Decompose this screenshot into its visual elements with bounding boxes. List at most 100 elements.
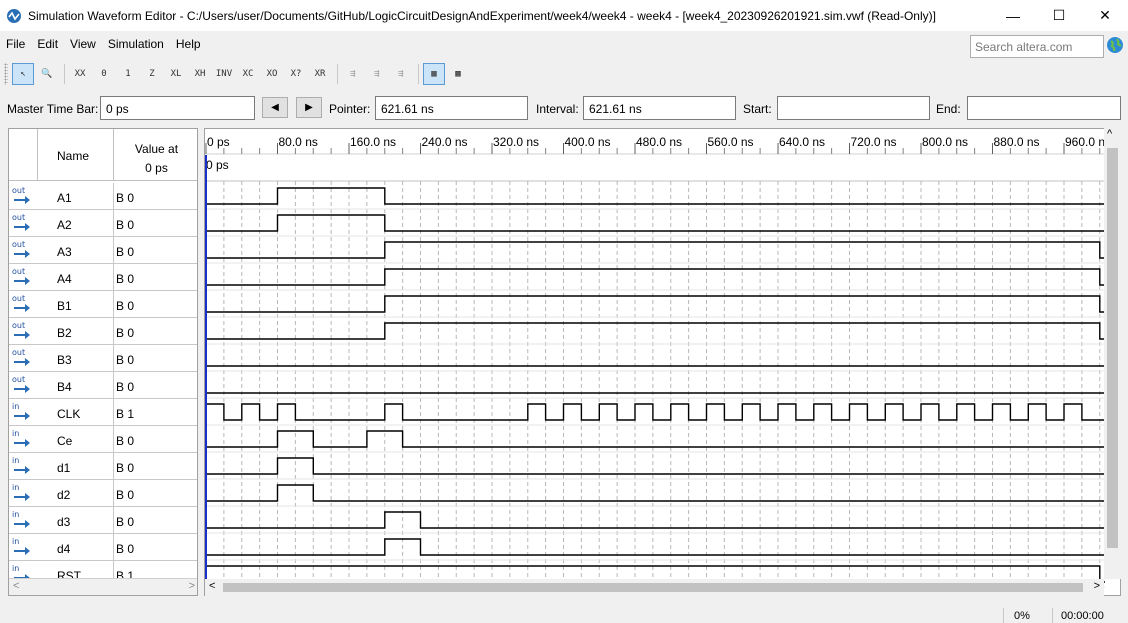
snap-to-grid-icon: ▦	[431, 69, 437, 79]
grid-settings-button[interactable]: ▩	[447, 63, 469, 85]
signal-list-panel: Name Value at 0 ps out A1 B 0 out A2 B 0 out A3…	[8, 128, 198, 596]
weak-high-button[interactable]: XH	[189, 63, 211, 85]
signal-name: B4	[57, 380, 72, 394]
zoom-tool-button[interactable]: 🔍	[36, 63, 58, 85]
invert-icon: INV	[215, 69, 233, 79]
netlist-generation-button[interactable]: ⇶	[390, 63, 412, 85]
end-label: End:	[936, 102, 961, 116]
signal-row[interactable]: out A3 B 0	[9, 237, 197, 264]
functional-simulation-button[interactable]: ⇶	[342, 63, 364, 85]
globe-icon[interactable]	[1106, 36, 1124, 54]
menu-file[interactable]: File	[0, 37, 31, 51]
weak-high-icon: XH	[194, 69, 206, 79]
waveform-trace	[206, 538, 1105, 556]
signal-row[interactable]: out A1 B 0	[9, 183, 197, 210]
minimize-button[interactable]: —	[990, 0, 1036, 31]
output-pin-icon: out	[12, 321, 30, 339]
signal-row[interactable]: in d3 B 0	[9, 507, 197, 534]
signal-list-hscrollbar[interactable]: < >	[9, 578, 197, 595]
count-value-icon: XC	[242, 69, 254, 79]
start-field[interactable]	[777, 96, 930, 120]
status-bar: 0% 00:00:00	[0, 604, 1128, 623]
arbitrary-value-icon: X?	[290, 69, 302, 79]
ruler-tick-label: 320.0 ns	[493, 135, 539, 149]
hscroll-thumb[interactable]	[223, 583, 1083, 592]
uninitialized-value-button[interactable]: XX	[69, 63, 91, 85]
signal-row[interactable]: out B3 B 0	[9, 345, 197, 372]
title-bar: Simulation Waveform Editor - C:/Users/us…	[0, 0, 1128, 31]
output-pin-icon: out	[12, 267, 30, 285]
close-button[interactable]: ✕	[1082, 0, 1128, 31]
menu-edit[interactable]: Edit	[31, 37, 64, 51]
ruler-tick-label: 880.0 ns	[994, 135, 1040, 149]
waveform-canvas[interactable]: 0 ps 80.0 ns 160.0 ns 240.0 ns 320.0 ns 400.0…	[205, 129, 1121, 596]
window-title: Simulation Waveform Editor - C:/Users/us…	[28, 8, 936, 23]
end-field[interactable]	[967, 96, 1121, 120]
scroll-left-icon[interactable]: <	[13, 580, 19, 592]
signal-row[interactable]: out B1 B 0	[9, 291, 197, 318]
high-impedance-button[interactable]: Z	[141, 63, 163, 85]
waveform-trace	[206, 430, 1105, 448]
selection-tool-button[interactable]: ↖	[12, 63, 34, 85]
prev-transition-button[interactable]: ◀	[262, 97, 288, 118]
toolbar-grip[interactable]	[4, 63, 8, 85]
signal-row[interactable]: out A4 B 0	[9, 264, 197, 291]
waveform-panel[interactable]: 0 ps 80.0 ns 160.0 ns 240.0 ns 320.0 ns 400.0…	[204, 128, 1121, 596]
toolbar: ↖ 🔍 XX 0 1 Z XL XH INV XC XO X? XR ⇶ ⇶ ⇶ ▦ ▩	[0, 61, 1128, 87]
netlist-generation-icon: ⇶	[398, 69, 404, 79]
clock-value-button[interactable]: XO	[261, 63, 283, 85]
ruler-tick-label: 80.0 ns	[279, 135, 318, 149]
timing-simulation-button[interactable]: ⇶	[366, 63, 388, 85]
scroll-left-icon[interactable]: <	[209, 580, 215, 592]
signal-row[interactable]: in d2 B 0	[9, 480, 197, 507]
maximize-button[interactable]: ☐	[1036, 0, 1082, 31]
signal-name: d4	[57, 542, 71, 556]
snap-to-grid-button[interactable]: ▦	[423, 63, 445, 85]
signal-row[interactable]: in Ce B 0	[9, 426, 197, 453]
menu-help[interactable]: Help	[170, 37, 207, 51]
signal-name: d3	[57, 515, 71, 529]
signal-row[interactable]: out B2 B 0	[9, 318, 197, 345]
svg-text:out: out	[12, 375, 25, 384]
weak-low-button[interactable]: XL	[165, 63, 187, 85]
forcing-high-button[interactable]: 1	[117, 63, 139, 85]
signal-row[interactable]: in CLK B 1	[9, 399, 197, 426]
scroll-right-icon[interactable]: >	[1094, 580, 1100, 592]
value-column-header[interactable]: Value at 0 ps	[113, 129, 197, 181]
master-time-bar-field[interactable]: 0 ps	[100, 96, 255, 120]
arbitrary-value-button[interactable]: X?	[285, 63, 307, 85]
svg-text:in: in	[12, 402, 19, 411]
signal-value: B 0	[116, 272, 135, 286]
waveform-hscrollbar[interactable]: < >	[205, 579, 1104, 596]
menu-simulation[interactable]: Simulation	[102, 37, 170, 51]
vscroll-thumb[interactable]	[1107, 148, 1118, 548]
timing-simulation-icon: ⇶	[374, 69, 380, 79]
search-input[interactable]: Search altera.com	[970, 35, 1104, 58]
signal-value: B 0	[116, 299, 135, 313]
signal-value: B 0	[116, 542, 135, 556]
waveform-trace	[206, 484, 1105, 502]
signal-row[interactable]: in d1 B 0	[9, 453, 197, 480]
forcing-low-button[interactable]: 0	[93, 63, 115, 85]
next-transition-button[interactable]: ▶	[296, 97, 322, 118]
signal-name: Ce	[57, 434, 73, 448]
scroll-up-icon[interactable]: ^	[1107, 128, 1112, 140]
svg-text:out: out	[12, 267, 25, 276]
name-column-header[interactable]: Name	[57, 149, 89, 163]
scroll-right-icon[interactable]: >	[189, 580, 195, 592]
signal-row[interactable]: out A2 B 0	[9, 210, 197, 237]
output-pin-icon: out	[12, 186, 30, 204]
random-value-button[interactable]: XR	[309, 63, 331, 85]
invert-button[interactable]: INV	[213, 63, 235, 85]
input-pin-icon: in	[12, 537, 30, 555]
menu-view[interactable]: View	[64, 37, 102, 51]
waveform-vscrollbar[interactable]: ^	[1104, 128, 1121, 579]
waveform-trace	[206, 295, 1105, 313]
svg-text:out: out	[12, 240, 25, 249]
input-pin-icon: in	[12, 483, 30, 501]
signal-row[interactable]: out B4 B 0	[9, 372, 197, 399]
ruler-tick-label: 160.0 ns	[350, 135, 396, 149]
signal-row[interactable]: in d4 B 0	[9, 534, 197, 561]
pointer-label: Pointer:	[329, 102, 371, 116]
count-value-button[interactable]: XC	[237, 63, 259, 85]
